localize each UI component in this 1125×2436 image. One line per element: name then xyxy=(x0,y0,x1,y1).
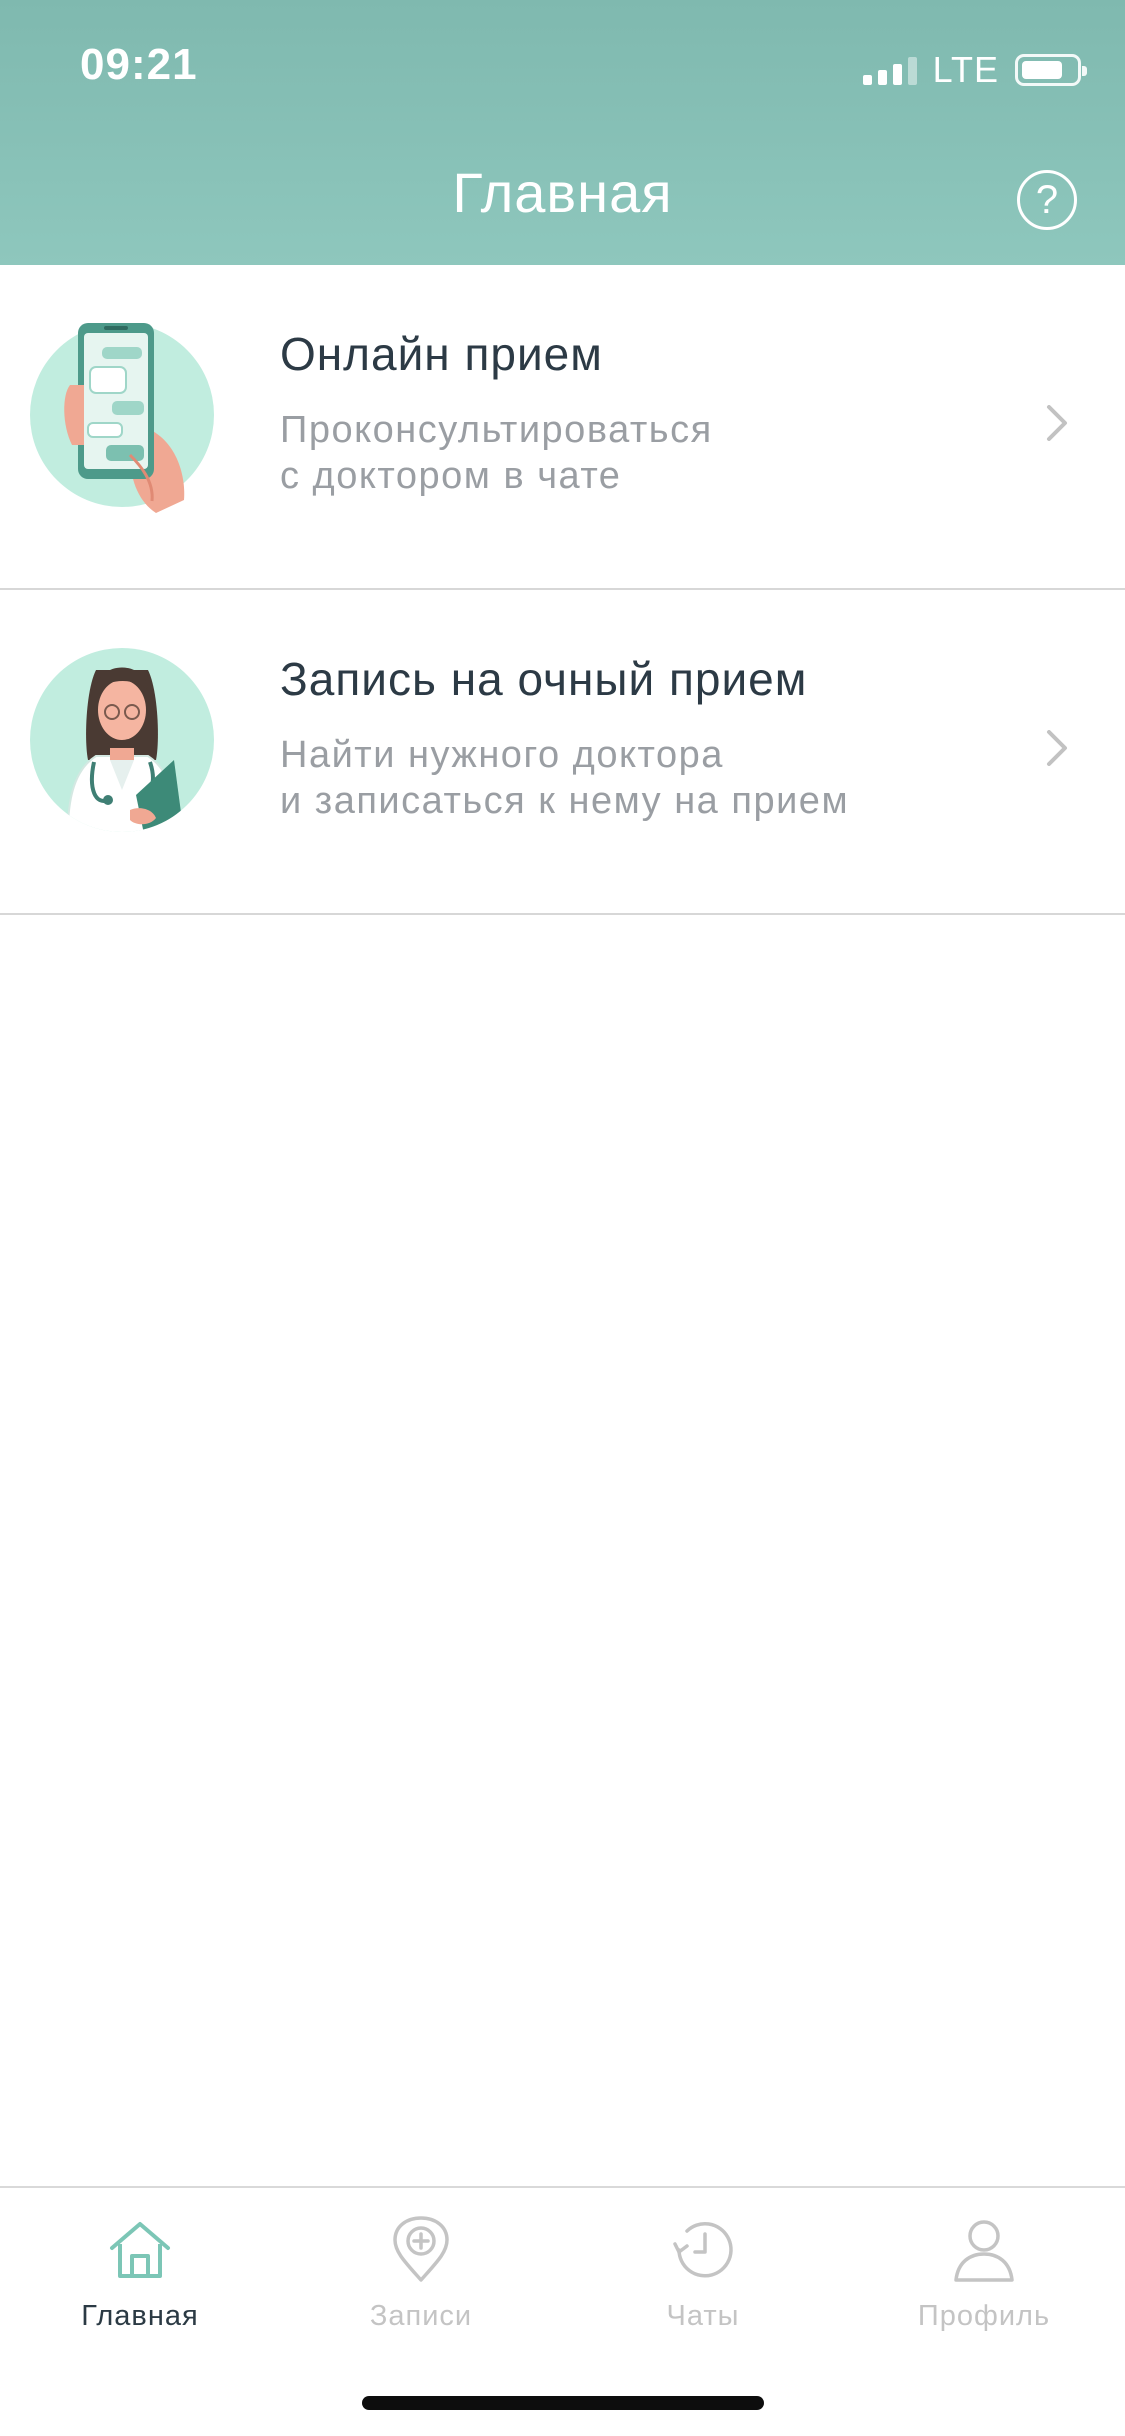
menu-item-title: Онлайн прием xyxy=(280,328,603,380)
menu-item-in-person-appointment[interactable]: Запись на очный прием Найти нужного докт… xyxy=(0,590,1125,915)
status-time: 09:21 xyxy=(80,40,198,89)
person-icon xyxy=(954,2220,1014,2282)
network-type: LTE xyxy=(932,49,999,90)
tab-chats[interactable]: Чаты xyxy=(603,2214,803,2333)
help-button[interactable]: ? xyxy=(1017,170,1077,230)
tab-label: Чаты xyxy=(666,2300,740,2332)
tab-records[interactable]: Записи xyxy=(321,2214,521,2333)
history-clock-icon xyxy=(673,2222,733,2278)
tab-label: Записи xyxy=(369,2300,473,2332)
app-header: 09:21 LTE Главная ? xyxy=(0,0,1125,265)
phone-chat-illustration xyxy=(30,323,214,513)
tab-home[interactable]: Главная xyxy=(40,2214,240,2333)
tab-profile[interactable]: Профиль xyxy=(884,2214,1084,2333)
signal-icon xyxy=(862,55,917,85)
page-title: Главная xyxy=(452,161,673,224)
chevron-right-icon xyxy=(1047,730,1067,766)
menu-item-online-consultation[interactable]: Онлайн прием Проконсультироваться с докт… xyxy=(0,265,1125,590)
tab-label: Профиль xyxy=(917,2300,1051,2332)
status-indicators: LTE xyxy=(862,48,1087,92)
home-icon xyxy=(110,2222,170,2278)
tab-label: Главная xyxy=(81,2300,199,2332)
chevron-right-icon xyxy=(1047,405,1067,441)
doctor-illustration xyxy=(30,648,214,832)
location-plus-icon xyxy=(393,2216,449,2282)
question-icon: ? xyxy=(1035,177,1059,222)
menu-item-subtitle: Найти нужного доктора и записаться к нем… xyxy=(280,734,850,822)
battery-icon xyxy=(1015,54,1087,86)
menu-item-title: Запись на очный прием xyxy=(280,653,808,705)
menu-item-subtitle: Проконсультироваться с доктором в чате xyxy=(280,409,713,497)
home-indicator xyxy=(362,2396,764,2410)
